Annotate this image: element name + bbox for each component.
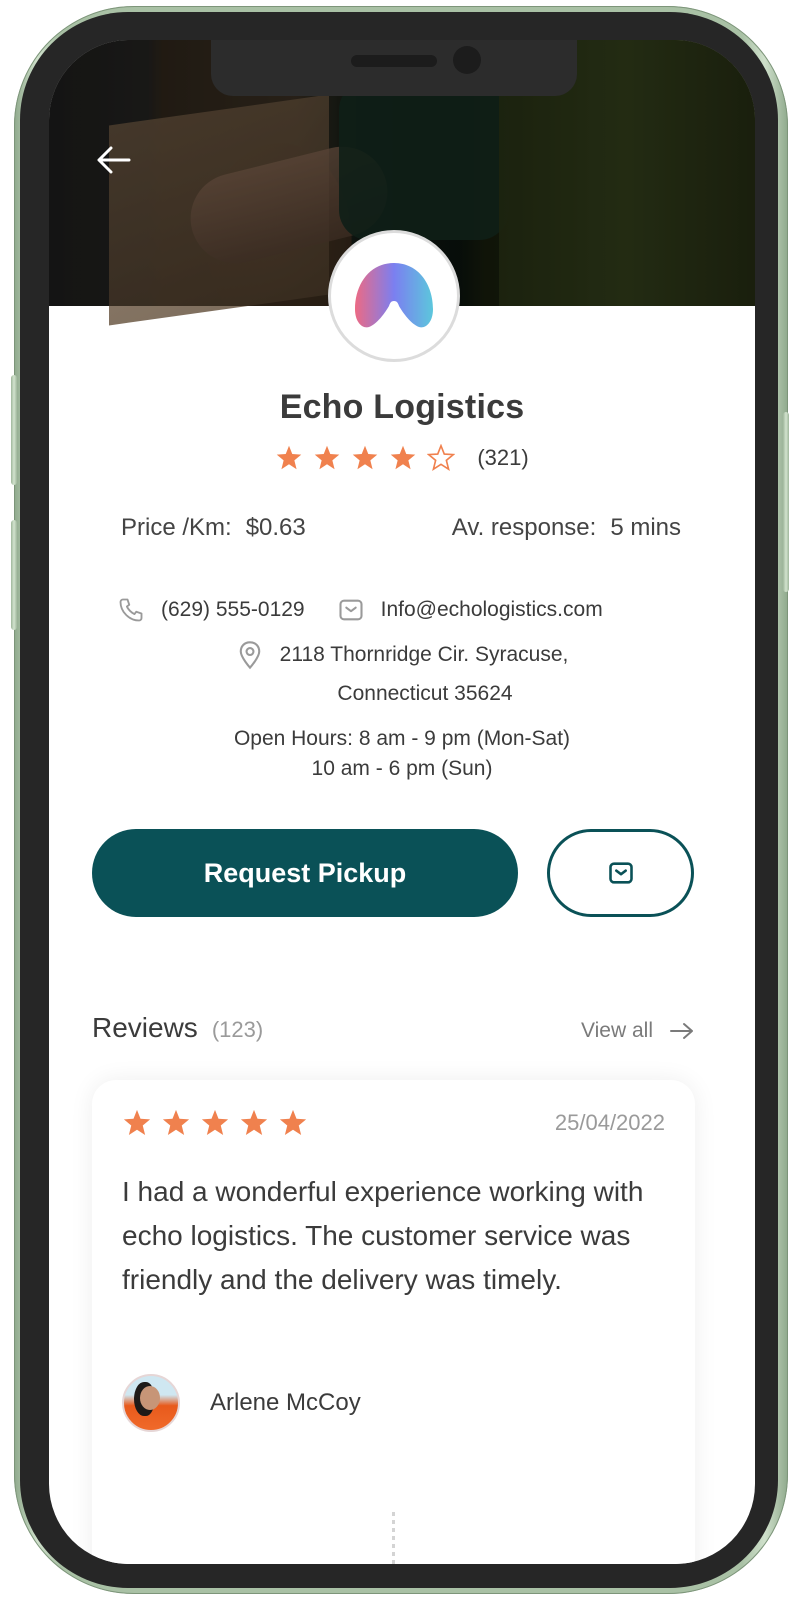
star-empty-icon <box>427 444 456 472</box>
open-hours: Open Hours: 8 am - 9 pm (Mon-Sat) 10 am … <box>49 724 755 784</box>
arrow-left-icon <box>97 146 131 174</box>
location-pin-icon <box>239 641 260 670</box>
back-button[interactable] <box>93 142 133 178</box>
response-value: 5 mins <box>610 514 681 541</box>
star-filled-icon <box>315 445 340 470</box>
phone-side-button <box>11 375 17 485</box>
star-filled-icon <box>123 1109 151 1135</box>
reviews-header: Reviews (123) View all <box>92 1012 695 1044</box>
review-card: 25/04/2022 I had a wonderful experience … <box>92 1080 695 1564</box>
rating-count: (321) <box>477 445 529 470</box>
avatar-face <box>140 1386 160 1410</box>
reviews-title: Reviews <box>92 1012 198 1043</box>
view-all-label: View all <box>581 1019 653 1042</box>
reviewer-avatar <box>122 1374 180 1432</box>
message-button[interactable] <box>547 829 694 917</box>
contact-row: (629) 555-0129 Info@echologistics.com <box>117 596 677 624</box>
phone-icon <box>119 598 143 622</box>
email-group: Info@echologistics.com <box>337 596 603 624</box>
star-filled-icon <box>240 1109 268 1135</box>
request-pickup-button[interactable]: Request Pickup <box>92 829 518 917</box>
echo-logo-icon <box>355 263 433 328</box>
response-stat: Av. response: 5 mins <box>452 514 681 542</box>
app-screen: Echo Logistics (321) Price /Km: $0.63 Av.… <box>49 40 755 1564</box>
mail-icon <box>339 599 363 621</box>
address: 2118 Thornridge Cir. Syracuse, Connectic… <box>49 640 755 709</box>
price-label: Price /Km: <box>121 514 232 541</box>
star-filled-icon <box>391 445 416 470</box>
phone-side-button <box>11 520 17 630</box>
review-text: I had a wonderful experience working wit… <box>122 1176 644 1295</box>
rating-stars <box>275 444 456 472</box>
reviewer: Arlene McCoy <box>122 1374 361 1432</box>
company-rating: (321) <box>49 444 755 472</box>
star-filled-icon <box>279 1109 307 1135</box>
star-filled-icon <box>277 445 302 470</box>
reviews-title-group: Reviews (123) <box>92 1012 263 1044</box>
address-line2: Connecticut 35624 <box>337 682 513 705</box>
address-line1: 2118 Thornridge Cir. Syracuse, <box>279 643 569 666</box>
hours-line2: 10 am - 6 pm (Sun) <box>311 757 493 780</box>
phone-notch <box>211 40 577 96</box>
address-line1-wrap: 2118 Thornridge Cir. Syracuse, <box>236 640 569 670</box>
hours-line1: Open Hours: 8 am - 9 pm (Mon-Sat) <box>233 727 571 750</box>
email-address[interactable]: Info@echologistics.com <box>381 598 603 622</box>
phone-power-button <box>783 412 789 592</box>
speaker <box>351 55 437 67</box>
scroll-indicator[interactable] <box>392 1512 395 1564</box>
company-name: Echo Logistics <box>279 388 525 426</box>
stats-row: Price /Km: $0.63 Av. response: 5 mins <box>121 514 681 542</box>
review-rating-stars <box>122 1108 308 1138</box>
company-logo <box>328 230 460 362</box>
view-all-link[interactable]: View all <box>581 1019 695 1043</box>
arrow-right-icon <box>670 1023 693 1039</box>
star-filled-icon <box>201 1109 229 1135</box>
phone-number[interactable]: (629) 555-0129 <box>161 598 305 622</box>
reviews-count: (123) <box>211 1017 264 1042</box>
price-stat: Price /Km: $0.63 <box>121 514 306 542</box>
star-filled-icon <box>353 445 378 470</box>
reviewer-name: Arlene McCoy <box>210 1389 361 1416</box>
price-value: $0.63 <box>245 514 306 541</box>
front-camera <box>453 46 481 74</box>
star-filled-icon <box>162 1109 190 1135</box>
review-date: 25/04/2022 <box>554 1110 665 1135</box>
mail-icon <box>608 862 633 884</box>
response-label: Av. response: <box>451 514 597 541</box>
